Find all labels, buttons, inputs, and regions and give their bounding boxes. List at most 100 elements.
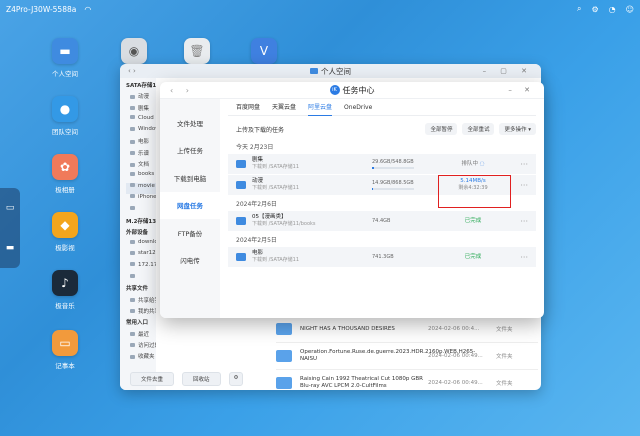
cloud-tab[interactable]: OneDrive [344, 99, 372, 116]
sidebar-item[interactable]: 乐谱 [126, 149, 156, 160]
dock-folder-icon[interactable]: ▬ [6, 243, 15, 253]
app-label: 记事本 [55, 362, 75, 370]
file-name: Raising Cain 1992 Theatrical Cut 1080p G… [300, 376, 423, 389]
sidebar-group[interactable]: M.2存储13 [126, 217, 156, 228]
task-side-item[interactable]: 文件处理 [160, 109, 220, 137]
shield-v-icon: V [251, 38, 277, 64]
sidebar-item[interactable]: 172.17 [126, 262, 156, 273]
app-label: 极影视 [55, 244, 75, 252]
task-status-cell: 已完成 [442, 218, 504, 225]
sidebar-item[interactable]: 剧集 [126, 104, 156, 115]
app-icon: ♪ [52, 270, 78, 296]
sidebar-item[interactable]: 收藏夹 [126, 352, 156, 363]
file-type: 文件夹 [496, 354, 513, 360]
more-icon[interactable]: ··· [520, 160, 536, 169]
sidebar-item[interactable]: Cloud [126, 115, 156, 126]
file-type: 文件夹 [496, 381, 513, 387]
bell-icon[interactable]: ◔ [609, 5, 616, 14]
task-side-item[interactable]: FTP备份 [160, 219, 220, 247]
window-titlebar: ‹ › 个人空间 – ▢ ✕ [120, 64, 541, 78]
cloud-tab[interactable]: 百度网盘 [236, 99, 260, 116]
folder-icon [236, 253, 246, 261]
settings-icon[interactable]: ⚙ [592, 5, 599, 14]
file-date: 2024-02-06 00:49... [428, 380, 483, 386]
file-row[interactable]: Raising Cain 1992 Theatrical Cut 1080p G… [276, 370, 538, 390]
dock-device-icon[interactable]: ▭ [6, 203, 15, 213]
more-icon[interactable]: ··· [520, 253, 536, 262]
folder-icon [276, 350, 292, 362]
task-row[interactable]: 剧集 下载到 /SATA存储11 29.6GB/548.8GB 排队中 ◌ ··· [228, 154, 536, 174]
task-main: 百度网盘 天翼云盘 阿里云盘 OneDrive 上传及下载的任务 全部暂停 全部重试 … [220, 99, 544, 318]
folder-icon [236, 160, 246, 168]
sidebar-item[interactable]: iPhone [126, 194, 156, 205]
task-name: 05【漫画类】 [252, 214, 287, 220]
file-name: NIGHT HAS A THOUSAND DESIRES [300, 325, 395, 332]
app-icon: ▬ [52, 38, 78, 64]
back-forward-icons[interactable]: ‹ › [128, 67, 136, 75]
task-size: 14.9GB/868.5GB [372, 180, 414, 187]
gear-icon[interactable]: ⚙ [228, 372, 244, 386]
desktop-app-0[interactable]: ▬ 个人空间 [40, 38, 90, 78]
task-side-item[interactable]: 闪电传 [160, 247, 220, 275]
task-side-item[interactable]: 上传任务 [160, 137, 220, 165]
desktop-app-2[interactable]: ✿ 极相册 [40, 154, 90, 194]
task-destination: 下载到 /SATA存储11 [252, 257, 300, 263]
sidebar-item[interactable]: 最近 [126, 330, 156, 341]
desktop-app-4[interactable]: ♪ 极音乐 [40, 270, 90, 310]
file-row[interactable]: NIGHT HAS A THOUSAND DESIRES 2024-02-06 0… [276, 316, 538, 343]
sidebar-item[interactable]: 动漫 [126, 92, 156, 103]
desktop-app-1[interactable]: ● 团队空间 [40, 96, 90, 136]
file-sidebar: SATA存储11动漫剧集CloudWindows电影乐谱文档booksmovie… [120, 78, 156, 390]
window-controls[interactable]: – ▢ ✕ [483, 67, 533, 75]
sidebar-item[interactable] [126, 205, 156, 216]
desktop-app-5[interactable]: ▭ 记事本 [40, 330, 90, 370]
window-controls[interactable]: – ✕ [508, 86, 535, 94]
task-info: 电影 下载到 /SATA存储11 [252, 250, 372, 264]
file-row[interactable]: Operation.Fortune.Ruse.de.guerre.2023.HD… [276, 343, 538, 370]
cloud-tab[interactable]: 阿里云盘 [308, 99, 333, 116]
sidebar-item[interactable] [126, 273, 156, 284]
back-forward-icons[interactable]: ‹ › [170, 86, 194, 95]
sidebar-group[interactable]: 常用入口 [126, 318, 156, 329]
task-destination: 下载到 /SATA存储11 [252, 185, 300, 191]
sidebar-item[interactable]: 电影 [126, 137, 156, 148]
task-status: 排队中 [461, 160, 478, 167]
sidebar-group[interactable]: SATA存储11 [126, 81, 156, 92]
sidebar-item[interactable]: 访问过的 [126, 341, 156, 352]
sidebar-item[interactable]: 共享给我 [126, 296, 156, 307]
sidebar-item[interactable]: star123 [126, 250, 156, 261]
app-label: 团队空间 [52, 128, 78, 136]
user-icon[interactable]: ☺ [626, 5, 634, 14]
sidebar-group[interactable]: 共享文件 [126, 284, 156, 295]
sidebar-item[interactable]: 文档 [126, 160, 156, 171]
cloud-tab[interactable]: 天翼云盘 [272, 99, 296, 116]
sidebar-footer: 文件去重 回收站 ⚙ [130, 372, 244, 386]
app-label: 极相册 [55, 186, 75, 194]
sidebar-item[interactable]: 我的共享 [126, 307, 156, 318]
task-destination: 下载到 /SATA存储11 [252, 164, 300, 170]
app-icon: ✿ [52, 154, 78, 180]
search-icon[interactable]: ⌕ [577, 4, 581, 14]
task-size: 741.3GB [372, 254, 394, 260]
window-title: 个人空间 [321, 66, 351, 76]
task-row[interactable]: 电影 下载到 /SATA存储11 741.3GB 已完成 ··· [228, 247, 536, 267]
task-side-item[interactable]: 下载到电脑 [160, 164, 220, 192]
task-toolbar: 上传及下载的任务 全部暂停 全部重试 更多操作 ▾ [228, 116, 536, 142]
sidebar-group[interactable]: 外部设备 [126, 228, 156, 239]
sidebar-item[interactable]: Windows [126, 126, 156, 137]
sidebar-item[interactable]: movie [126, 182, 156, 194]
more-actions-button[interactable]: 更多操作 ▾ [499, 123, 536, 135]
device-name: Z4Pro-J30W-5588a [6, 4, 77, 14]
retry-all-button[interactable]: 全部重试 [462, 123, 495, 135]
task-side-item[interactable]: 网盘任务 [160, 191, 220, 219]
task-row[interactable]: 05【漫画类】 下载到 /SATA存储11/books 74.4GB 已完成 ··· [228, 211, 536, 231]
section-title: 上传及下载的任务 [236, 126, 285, 134]
sidebar-item[interactable]: books [126, 171, 156, 182]
desktop-app-3[interactable]: ◆ 极影视 [40, 212, 90, 252]
more-icon[interactable]: ··· [520, 217, 536, 226]
sidebar-item[interactable]: download [126, 239, 156, 250]
dedupe-button[interactable]: 文件去重 [130, 372, 175, 386]
more-icon[interactable]: ··· [520, 181, 536, 190]
recycle-bin-button[interactable]: 回收站 [182, 372, 221, 386]
pause-all-button[interactable]: 全部暂停 [425, 123, 458, 135]
